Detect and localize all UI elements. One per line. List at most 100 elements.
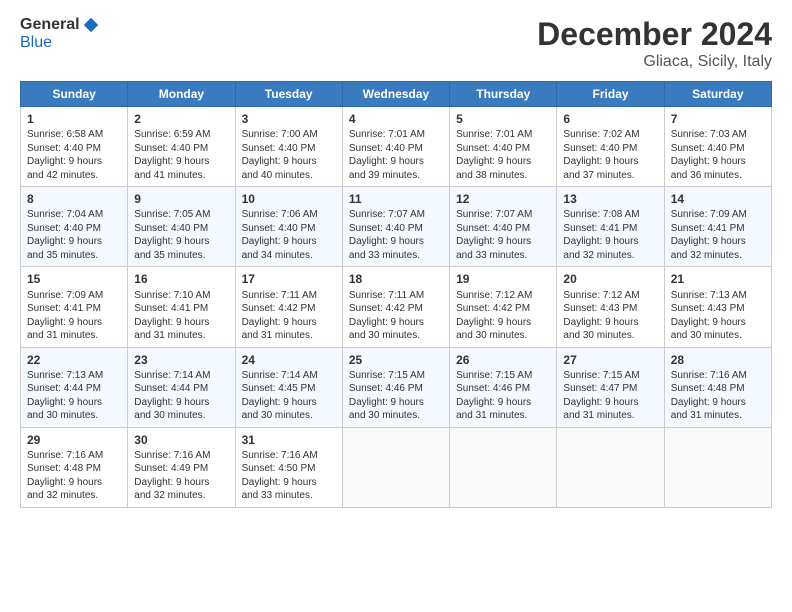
day-number: 11 [349, 191, 443, 207]
sunset-line: Sunset: 4:40 PM [242, 143, 316, 154]
day-number: 15 [27, 271, 121, 287]
sunset-line: Sunset: 4:41 PM [671, 223, 745, 234]
daylight-line: Daylight: 9 hours and 31 minutes. [27, 317, 102, 342]
sunset-line: Sunset: 4:40 PM [349, 223, 423, 234]
daylight-line: Daylight: 9 hours and 30 minutes. [242, 397, 317, 422]
sunrise-line: Sunrise: 7:04 AM [27, 209, 103, 220]
calendar-cell: 18Sunrise: 7:11 AMSunset: 4:42 PMDayligh… [342, 267, 449, 347]
col-header-saturday: Saturday [664, 82, 771, 107]
logo: General Blue [20, 16, 100, 52]
sunrise-line: Sunrise: 6:59 AM [134, 129, 210, 140]
day-number: 5 [456, 111, 550, 127]
calendar-cell: 22Sunrise: 7:13 AMSunset: 4:44 PMDayligh… [21, 347, 128, 427]
sunset-line: Sunset: 4:40 PM [242, 223, 316, 234]
sunset-line: Sunset: 4:47 PM [563, 383, 637, 394]
day-number: 18 [349, 271, 443, 287]
sunrise-line: Sunrise: 7:10 AM [134, 290, 210, 301]
day-number: 4 [349, 111, 443, 127]
sunset-line: Sunset: 4:40 PM [27, 143, 101, 154]
day-number: 30 [134, 432, 228, 448]
sunset-line: Sunset: 4:40 PM [456, 223, 530, 234]
daylight-line: Daylight: 9 hours and 31 minutes. [563, 397, 638, 422]
day-number: 17 [242, 271, 336, 287]
calendar-cell: 23Sunrise: 7:14 AMSunset: 4:44 PMDayligh… [128, 347, 235, 427]
sunrise-line: Sunrise: 7:07 AM [456, 209, 532, 220]
sunrise-line: Sunrise: 6:58 AM [27, 129, 103, 140]
daylight-line: Daylight: 9 hours and 30 minutes. [27, 397, 102, 422]
calendar-cell: 24Sunrise: 7:14 AMSunset: 4:45 PMDayligh… [235, 347, 342, 427]
calendar-cell: 13Sunrise: 7:08 AMSunset: 4:41 PMDayligh… [557, 187, 664, 267]
calendar-week-1: 1Sunrise: 6:58 AMSunset: 4:40 PMDaylight… [21, 107, 772, 187]
day-number: 28 [671, 352, 765, 368]
calendar-cell: 15 Sunrise: 7:09 AM Sunset: 4:41 PM Dayligh… [21, 267, 128, 347]
day-number: 2 [134, 111, 228, 127]
daylight-line: Daylight: 9 hours and 32 minutes. [671, 236, 746, 261]
sunset-line: Sunset: 4:42 PM [456, 303, 530, 314]
sunset-line: Sunset: 4:43 PM [563, 303, 637, 314]
day-number: 9 [134, 191, 228, 207]
day-number: 25 [349, 352, 443, 368]
sunrise-line: Sunrise: 7:08 AM [563, 209, 639, 220]
sunset-line: Sunset: 4:41 PM [134, 303, 208, 314]
sunset-line: Sunset: 4:43 PM [671, 303, 745, 314]
calendar-cell: 25Sunrise: 7:15 AMSunset: 4:46 PMDayligh… [342, 347, 449, 427]
daylight-line: Daylight: 9 hours and 39 minutes. [349, 156, 424, 181]
daylight-line: Daylight: 9 hours and 31 minutes. [242, 317, 317, 342]
daylight-line: Daylight: 9 hours and 38 minutes. [456, 156, 531, 181]
logo-general-text: General [20, 16, 80, 34]
sunset-line: Sunset: 4:40 PM [134, 143, 208, 154]
col-header-wednesday: Wednesday [342, 82, 449, 107]
calendar-cell: 10Sunrise: 7:06 AMSunset: 4:40 PMDayligh… [235, 187, 342, 267]
day-number: 14 [671, 191, 765, 207]
sunrise-line: Sunrise: 7:16 AM [27, 450, 103, 461]
col-header-friday: Friday [557, 82, 664, 107]
calendar-cell: 16Sunrise: 7:10 AMSunset: 4:41 PMDayligh… [128, 267, 235, 347]
daylight-line: Daylight: 9 hours and 30 minutes. [563, 317, 638, 342]
calendar-cell: 30Sunrise: 7:16 AMSunset: 4:49 PMDayligh… [128, 427, 235, 507]
calendar-week-5: 29Sunrise: 7:16 AMSunset: 4:48 PMDayligh… [21, 427, 772, 507]
daylight-line: Daylight: 9 hours and 33 minutes. [349, 236, 424, 261]
sunrise-line: Sunrise: 7:16 AM [242, 450, 318, 461]
sunset-line: Sunset: 4:50 PM [242, 463, 316, 474]
daylight-line: Daylight: 9 hours and 42 minutes. [27, 156, 102, 181]
day-number: 23 [134, 352, 228, 368]
calendar-cell: 6Sunrise: 7:02 AMSunset: 4:40 PMDaylight… [557, 107, 664, 187]
calendar-cell: 2Sunrise: 6:59 AMSunset: 4:40 PMDaylight… [128, 107, 235, 187]
sunset-line: Sunset: 4:48 PM [27, 463, 101, 474]
calendar-cell: 5Sunrise: 7:01 AMSunset: 4:40 PMDaylight… [450, 107, 557, 187]
sunrise-line: Sunrise: 7:09 AM [671, 209, 747, 220]
daylight-line: Daylight: 9 hours and 37 minutes. [563, 156, 638, 181]
sunrise-line: Sunrise: 7:03 AM [671, 129, 747, 140]
daylight-line: Daylight: 9 hours and 30 minutes. [349, 317, 424, 342]
sunset-line: Sunset: 4:46 PM [349, 383, 423, 394]
day-number: 29 [27, 432, 121, 448]
sunset-line: Sunset: 4:42 PM [242, 303, 316, 314]
calendar-cell: 11Sunrise: 7:07 AMSunset: 4:40 PMDayligh… [342, 187, 449, 267]
calendar-cell: 7Sunrise: 7:03 AMSunset: 4:40 PMDaylight… [664, 107, 771, 187]
sunset-line: Sunset: 4:40 PM [349, 143, 423, 154]
sunset-line: Sunset: 4:42 PM [349, 303, 423, 314]
calendar-cell: 4Sunrise: 7:01 AMSunset: 4:40 PMDaylight… [342, 107, 449, 187]
col-header-sunday: Sunday [21, 82, 128, 107]
sunrise-line: Sunrise: 7:09 AM [27, 290, 103, 301]
daylight-line: Daylight: 9 hours and 31 minutes. [134, 317, 209, 342]
title-block: December 2024 Gliaca, Sicily, Italy [537, 16, 772, 71]
sunrise-line: Sunrise: 7:12 AM [563, 290, 639, 301]
sunrise-line: Sunrise: 7:16 AM [134, 450, 210, 461]
calendar-cell [450, 427, 557, 507]
logo-blue-text: Blue [20, 34, 52, 52]
sunset-line: Sunset: 4:41 PM [27, 303, 101, 314]
daylight-line: Daylight: 9 hours and 33 minutes. [456, 236, 531, 261]
calendar-week-4: 22Sunrise: 7:13 AMSunset: 4:44 PMDayligh… [21, 347, 772, 427]
sunset-line: Sunset: 4:46 PM [456, 383, 530, 394]
sunrise-line: Sunrise: 7:14 AM [134, 370, 210, 381]
sunrise-line: Sunrise: 7:16 AM [671, 370, 747, 381]
sunrise-line: Sunrise: 7:05 AM [134, 209, 210, 220]
calendar-cell [664, 427, 771, 507]
sunset-line: Sunset: 4:40 PM [563, 143, 637, 154]
sunset-line: Sunset: 4:49 PM [134, 463, 208, 474]
calendar-cell [342, 427, 449, 507]
sunset-line: Sunset: 4:44 PM [27, 383, 101, 394]
sunrise-line: Sunrise: 7:12 AM [456, 290, 532, 301]
daylight-line: Daylight: 9 hours and 35 minutes. [27, 236, 102, 261]
